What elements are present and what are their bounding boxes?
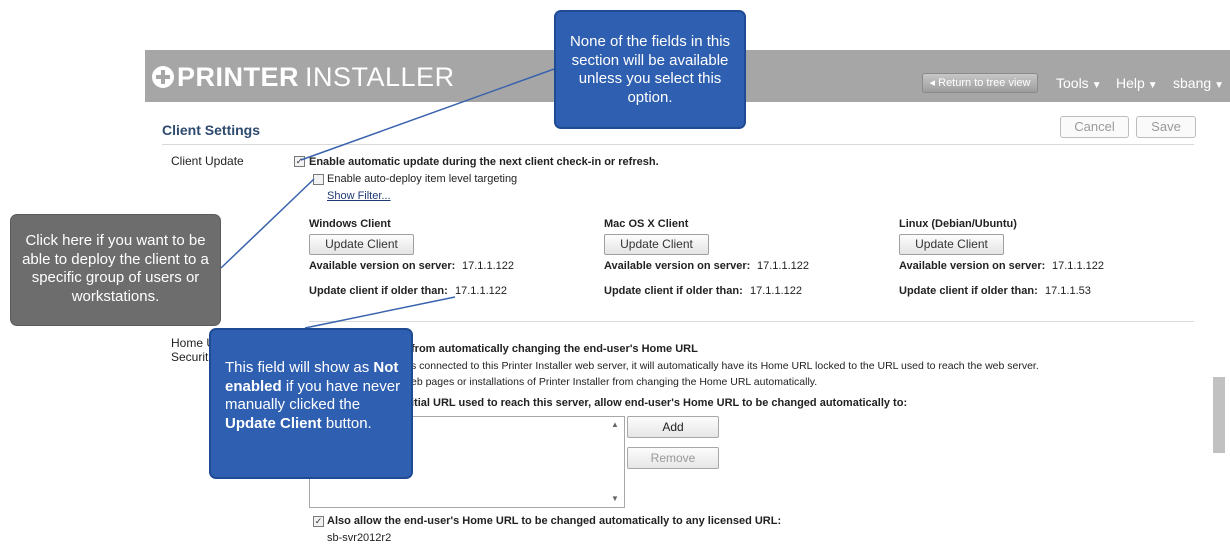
callout-targeting: Click here if you want to be able to dep…: [10, 214, 221, 326]
callout-bold-2: Update Client: [225, 414, 322, 432]
connector-left: [220, 178, 315, 269]
callout-text-3: button.: [321, 414, 372, 432]
callout-update-client: This field will show as Not enabled if y…: [209, 328, 413, 479]
callout-auto-update: None of the fields in this section will …: [554, 10, 746, 129]
connector-top: [300, 67, 558, 161]
connector-bottom: [304, 296, 456, 329]
callout-text-1: This field will show as: [225, 359, 374, 376]
